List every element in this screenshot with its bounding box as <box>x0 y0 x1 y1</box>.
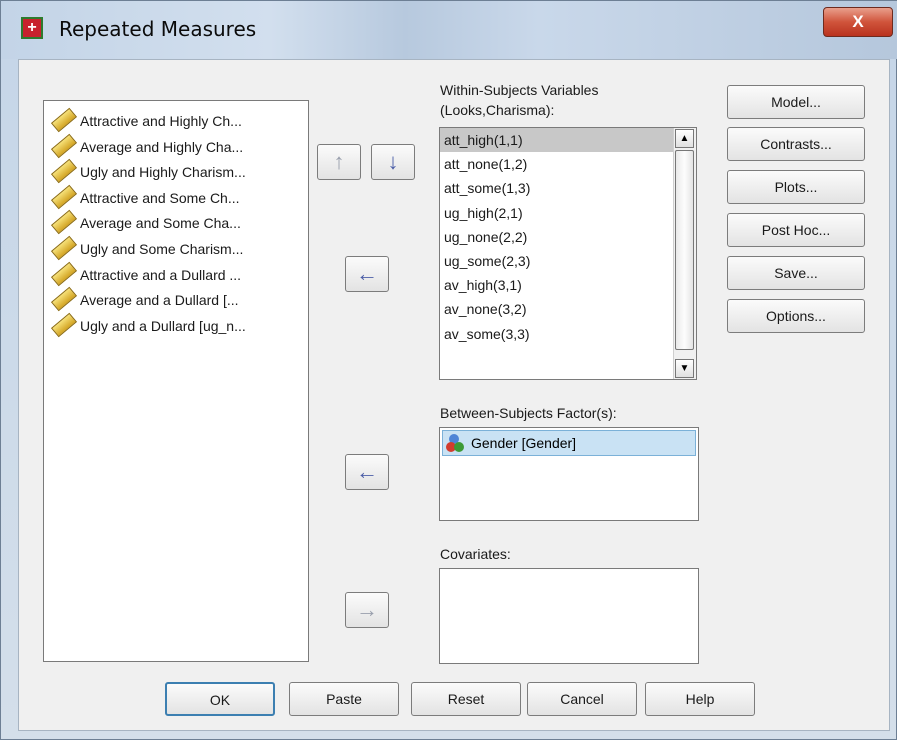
within-subjects-list[interactable]: att_high(1,1) att_none(1,2) att_some(1,3… <box>439 127 697 380</box>
list-item[interactable]: ug_high(2,1) <box>440 201 696 225</box>
dialog-body: Attractive and Highly Ch... Average and … <box>18 59 890 731</box>
move-up-arrow-icon: ↑ <box>333 149 345 174</box>
list-item[interactable]: ug_none(2,2) <box>440 225 696 249</box>
model-button[interactable]: Model... <box>727 85 865 119</box>
covariates-label: Covariates: <box>440 546 511 562</box>
help-button[interactable]: Help <box>645 682 755 716</box>
list-item[interactable]: Ugly and Highly Charism... <box>44 158 308 186</box>
covariate-transfer-button[interactable]: → <box>345 592 389 628</box>
list-item[interactable]: att_none(1,2) <box>440 152 696 176</box>
list-item[interactable]: Attractive and Some Ch... <box>44 184 308 212</box>
scale-ruler-icon <box>50 235 78 261</box>
list-item[interactable]: Average and Some Cha... <box>44 210 308 237</box>
within-subjects-label: Within-Subjects Variables <box>440 82 599 98</box>
scroll-down-icon[interactable]: ▼ <box>675 359 694 378</box>
between-subjects-label: Between-Subjects Factor(s): <box>440 405 617 421</box>
scale-ruler-icon <box>50 261 78 286</box>
reset-button[interactable]: Reset <box>411 682 521 716</box>
close-button[interactable]: X <box>823 7 893 37</box>
list-item[interactable]: Gender [Gender] <box>442 430 696 456</box>
covariates-list[interactable] <box>439 568 699 664</box>
list-item[interactable]: Attractive and a Dullard ... <box>44 261 308 289</box>
window-title: Repeated Measures <box>59 17 257 41</box>
list-item[interactable]: att_high(1,1) <box>440 128 696 153</box>
scale-ruler-icon <box>50 158 78 184</box>
scale-ruler-icon <box>50 184 78 210</box>
scale-ruler-icon <box>50 286 78 312</box>
list-item[interactable]: Average and Highly Cha... <box>44 133 308 161</box>
scale-ruler-icon <box>50 312 78 338</box>
list-item[interactable]: Ugly and a Dullard [ug_n... <box>44 312 308 340</box>
between-transfer-button[interactable]: ← <box>345 454 389 490</box>
list-item[interactable]: av_some(3,3) <box>440 322 696 346</box>
list-item[interactable]: Ugly and Some Charism... <box>44 235 308 263</box>
scale-ruler-icon <box>50 210 78 235</box>
list-item[interactable]: ug_some(2,3) <box>440 249 696 273</box>
list-item[interactable]: av_none(3,2) <box>440 297 696 321</box>
scroll-thumb[interactable] <box>675 150 694 350</box>
app-icon: + <box>21 17 43 39</box>
scale-ruler-icon <box>50 107 78 133</box>
list-item[interactable]: av_high(3,1) <box>440 273 696 297</box>
options-button[interactable]: Options... <box>727 299 865 333</box>
transfer-left-arrow-icon: ← <box>356 459 378 484</box>
move-down-arrow-icon: ↓ <box>387 149 399 174</box>
transfer-left-arrow-icon: ← <box>356 261 378 286</box>
source-variable-list[interactable]: Attractive and Highly Ch... Average and … <box>43 100 309 662</box>
contrasts-button[interactable]: Contrasts... <box>727 127 865 161</box>
between-subjects-list[interactable]: Gender [Gender] <box>439 427 699 521</box>
transfer-right-arrow-icon: → <box>356 597 378 622</box>
move-down-button[interactable]: ↓ <box>371 144 415 180</box>
paste-button[interactable]: Paste <box>289 682 399 716</box>
repeated-measures-dialog: + Repeated Measures X Attractive and Hig… <box>0 0 897 740</box>
list-item[interactable]: Attractive and Highly Ch... <box>44 107 308 135</box>
scale-ruler-icon <box>50 133 78 158</box>
list-item[interactable]: att_some(1,3) <box>440 176 696 200</box>
save-button[interactable]: Save... <box>727 256 865 290</box>
move-up-button[interactable]: ↑ <box>317 144 361 180</box>
plots-button[interactable]: Plots... <box>727 170 865 204</box>
list-item[interactable]: Average and a Dullard [... <box>44 286 308 314</box>
cancel-button[interactable]: Cancel <box>527 682 637 716</box>
post-hoc-button[interactable]: Post Hoc... <box>727 213 865 247</box>
within-subjects-factors-label: (Looks,Charisma): <box>440 102 555 118</box>
scroll-up-icon[interactable]: ▲ <box>675 129 694 148</box>
title-bar: + Repeated Measures X <box>1 1 897 59</box>
vertical-scrollbar[interactable]: ▲ ▼ <box>673 128 696 379</box>
within-transfer-button[interactable]: ← <box>345 256 389 292</box>
ok-button[interactable]: OK <box>165 682 275 716</box>
